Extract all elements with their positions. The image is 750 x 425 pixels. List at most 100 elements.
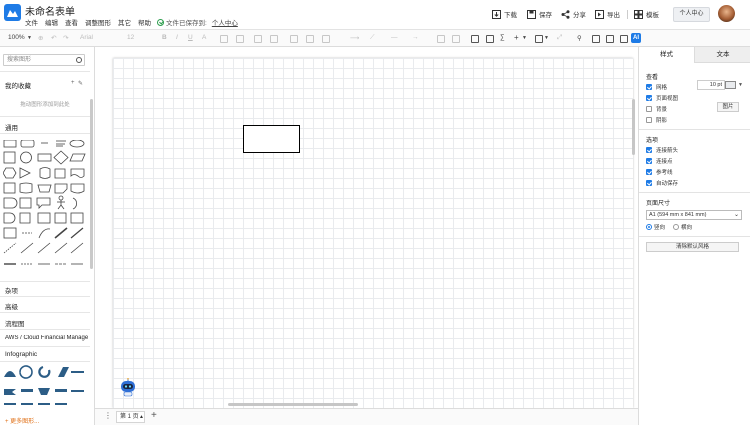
diagram-canvas[interactable] [95,47,638,408]
category-aws-cloud[interactable]: AWS / Cloud Financial Manage [5,335,90,341]
shape-infographic-bar[interactable] [71,371,84,373]
font-color-icon[interactable]: A [202,34,206,41]
shape-bidirectional-arrow[interactable] [54,227,68,239]
shape-process[interactable] [37,153,52,162]
shape-delay[interactable] [3,197,18,209]
table-icon[interactable] [535,35,543,43]
favorites-header[interactable]: 我的收藏 [5,80,31,90]
find-icon[interactable]: ⚲ [577,34,582,42]
shape-infographic-funnel[interactable] [38,388,50,395]
clear-default-style-button[interactable]: 清除默认风格 [646,242,739,252]
font-family-select[interactable]: Arial [80,34,93,41]
format-panel-icon[interactable] [606,35,614,43]
table-dropdown-icon[interactable]: ▼ [544,35,549,41]
shape-infographic-banner[interactable] [58,367,69,377]
shape-container[interactable] [19,212,31,224]
page-size-select[interactable]: A1 (594 mm x 841 mm) ⌄ [646,210,742,220]
fill-color-icon[interactable] [254,35,262,43]
shape-infographic-divider-3[interactable] [38,403,50,405]
menu-arrange[interactable]: 调整图形 [85,17,111,27]
underline-icon[interactable]: U [188,34,193,41]
shape-triangle[interactable] [19,167,31,179]
shape-ellipse[interactable] [69,140,85,148]
waypoint-icon[interactable]: ⟋ [370,34,375,42]
menu-edit[interactable]: 编辑 [45,17,58,27]
shape-panel-scrollbar[interactable] [90,99,93,269]
shape-infographic-ribbon[interactable] [4,389,16,395]
diagram-rectangle[interactable] [243,125,300,153]
favorites-add-icon[interactable]: + [71,80,75,86]
guides-checkbox[interactable] [646,169,652,175]
page-view-checkbox[interactable] [646,95,652,101]
insert-plus-icon[interactable]: + [514,33,519,42]
shape-rectangle[interactable] [3,140,17,148]
to-front-icon[interactable] [437,35,445,43]
shape-infographic-divider[interactable] [4,403,16,405]
shape-infographic-label[interactable] [55,389,67,392]
shape-rounded-rectangle[interactable] [20,140,35,148]
category-misc[interactable]: 杂项 [5,285,18,295]
shape-card[interactable] [54,183,68,194]
option-page-view[interactable]: 页面视图 [646,94,678,102]
fullscreen-icon[interactable] [592,35,600,43]
shape-infographic-divider-2[interactable] [21,403,33,405]
shape-diamond[interactable] [53,150,69,165]
tab-text[interactable]: 文本 [695,47,750,63]
connector-style-icon[interactable]: ⟶ [350,34,359,42]
redo-icon[interactable]: ↷ [63,34,68,42]
shape-directional-connector[interactable] [54,242,68,254]
canvas-vertical-scrollbar[interactable] [632,99,635,155]
menu-file[interactable]: 文件 [25,17,38,27]
insert-image-icon[interactable] [471,35,479,43]
grid-color-dropdown-icon[interactable]: ▼ [738,82,743,88]
line-end-icon[interactable]: → [412,34,419,41]
general-header[interactable]: 通用 [5,122,18,132]
option-background[interactable]: 背景 [646,105,667,113]
connection-points-checkbox[interactable] [646,158,652,164]
to-back-icon[interactable] [452,35,460,43]
shape-infographic-ring[interactable] [19,365,33,379]
shape-note[interactable] [54,168,66,179]
shape-cylinder[interactable] [39,167,51,179]
shape-tape[interactable] [70,183,85,194]
shape-frame[interactable] [3,227,17,239]
zoom-dropdown-icon[interactable]: ▼ [27,35,32,41]
shape-infographic-strip[interactable] [21,389,33,392]
category-advanced[interactable]: 高级 [5,301,18,311]
fit-window-icon[interactable]: ⤢ [557,34,562,42]
line-start-icon[interactable]: — [391,34,398,41]
option-autosave[interactable]: 自动保存 [646,179,678,187]
landscape-radio[interactable] [673,224,679,230]
shape-hexagon[interactable] [3,167,17,179]
autosave-checkbox[interactable] [646,180,652,186]
shape-table[interactable] [70,212,84,224]
ai-robot-icon[interactable] [119,378,137,398]
line-style-icon[interactable] [306,35,314,43]
connection-arrows-checkbox[interactable] [646,147,652,153]
shape-actor[interactable] [57,195,65,210]
option-guides[interactable]: 参考线 [646,168,673,176]
shape-document[interactable] [70,168,85,178]
favorites-edit-icon[interactable]: ✎ [78,80,83,87]
tab-style[interactable]: 样式 [639,47,695,63]
download-button[interactable]: 下载 [492,9,517,19]
page-tab-dropdown-icon[interactable]: ▲ [139,412,144,422]
canvas-page[interactable] [113,58,633,408]
shape-search-input[interactable]: 搜索图形 [3,54,85,66]
background-checkbox[interactable] [646,106,652,112]
orientation-portrait[interactable]: 竖向 [646,223,665,231]
menu-view[interactable]: 查看 [65,17,78,27]
option-connection-points[interactable]: 连接点 [646,157,673,165]
user-center-button[interactable]: 个人中心 [673,7,710,22]
shape-curve[interactable] [38,228,51,239]
shape-line[interactable] [20,242,34,254]
shape-step[interactable] [19,197,32,209]
shadow-checkbox[interactable] [646,117,652,123]
menu-help[interactable]: 帮助 [138,17,151,27]
portrait-radio[interactable] [646,224,652,230]
category-flowchart[interactable]: 流程图 [5,318,25,328]
shape-arrow[interactable] [70,227,84,239]
shape-and[interactable] [3,212,16,224]
shape-infographic-wave[interactable] [4,371,16,377]
shape-infographic-divider-4[interactable] [55,403,67,405]
